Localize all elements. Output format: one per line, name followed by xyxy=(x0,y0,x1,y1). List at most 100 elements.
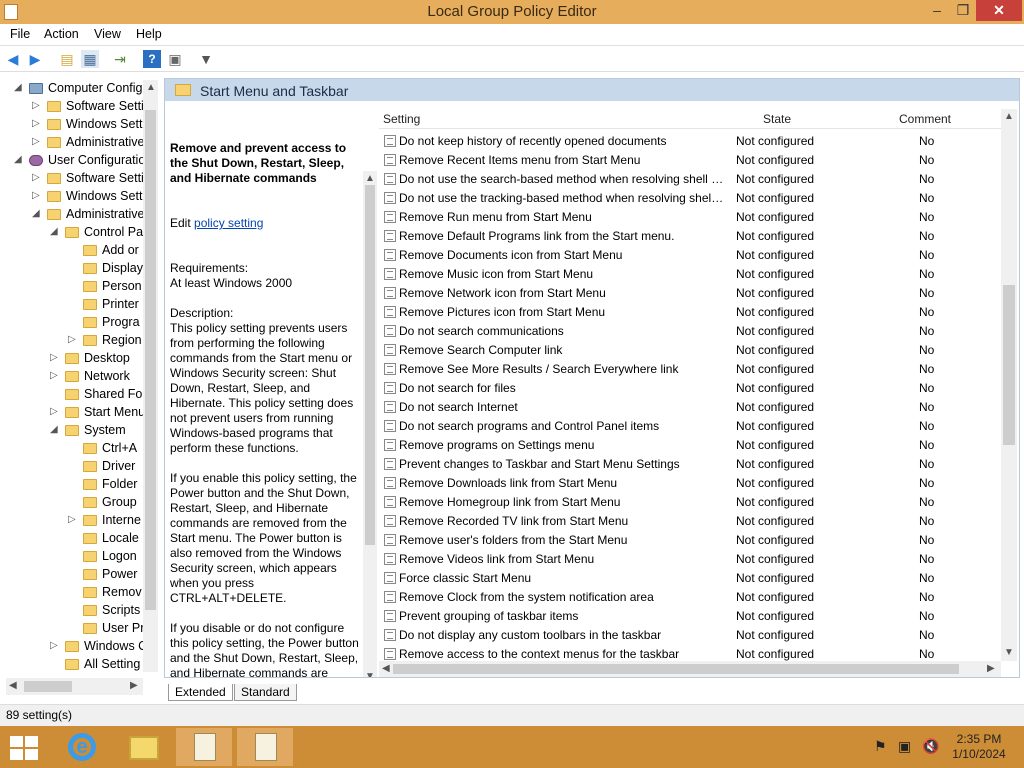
table-row[interactable]: Prevent grouping of taskbar items Not con… xyxy=(379,606,1004,625)
collapse-arrow-icon[interactable]: ◢ xyxy=(32,208,40,219)
scroll-right-icon[interactable]: ▶ xyxy=(987,663,995,674)
list-scroll-thumb[interactable] xyxy=(1003,285,1015,445)
expand-arrow-icon[interactable]: ▷ xyxy=(32,190,40,201)
table-row[interactable]: Do not use the tracking-based method whe… xyxy=(379,188,1004,207)
taskbar-file-explorer[interactable] xyxy=(115,728,171,766)
list-hscroll-thumb[interactable] xyxy=(393,664,959,674)
minimize-button[interactable]: – xyxy=(924,0,950,21)
flag-icon[interactable]: ⚑ xyxy=(874,738,887,755)
table-row[interactable]: Do not keep history of recently opened d… xyxy=(379,131,1004,150)
collapse-arrow-icon[interactable]: ◢ xyxy=(14,82,22,93)
network-icon[interactable]: ▣ xyxy=(898,738,911,755)
list-vertical-scrollbar[interactable]: ▲ ▼ xyxy=(1001,109,1017,661)
table-row[interactable]: Remove Documents icon from Start Menu Not… xyxy=(379,245,1004,264)
tree-pane[interactable]: ◢ Computer Configu ▷ Software Setti ▷ Windows… xyxy=(0,80,160,706)
tree-item-label: All Setting xyxy=(84,657,141,671)
table-row[interactable]: Remove Homegroup link from Start Menu Not… xyxy=(379,492,1004,511)
list-horizontal-scrollbar[interactable]: ◀ ▶ xyxy=(379,661,1001,677)
filter-icon[interactable]: ▼ xyxy=(197,50,215,68)
column-comment[interactable]: Comment xyxy=(899,112,951,126)
close-button[interactable]: ✕ xyxy=(976,0,1022,21)
table-row[interactable]: Remove Network icon from Start Menu Not c… xyxy=(379,283,1004,302)
policy-setting-link[interactable]: policy setting xyxy=(194,216,263,230)
table-row[interactable]: Remove Search Computer link Not configure… xyxy=(379,340,1004,359)
tree-vertical-scrollbar[interactable]: ▲ xyxy=(143,80,158,672)
tree-horizontal-scrollbar[interactable]: ◀ ▶ xyxy=(6,678,143,695)
table-row[interactable]: Do not search for files Not configured No xyxy=(379,378,1004,397)
table-row[interactable]: Remove Clock from the system notificatio… xyxy=(379,587,1004,606)
export-list-icon[interactable]: ⇥ xyxy=(111,50,129,68)
collapse-arrow-icon[interactable]: ◢ xyxy=(50,226,58,237)
table-row[interactable]: Do not search Internet Not configured No xyxy=(379,397,1004,416)
expand-arrow-icon[interactable]: ▷ xyxy=(50,640,58,651)
expand-arrow-icon[interactable]: ▷ xyxy=(32,100,40,111)
scroll-up-icon[interactable]: ▲ xyxy=(365,173,375,184)
menu-file[interactable]: File xyxy=(10,27,30,41)
expand-arrow-icon[interactable]: ▷ xyxy=(32,136,40,147)
show-hide-tree-icon[interactable]: ▦ xyxy=(81,50,99,68)
taskbar-group-policy-editor[interactable] xyxy=(237,728,293,766)
column-state[interactable]: State xyxy=(763,112,791,126)
up-folder-icon[interactable]: ▤ xyxy=(58,50,76,68)
forward-icon[interactable]: ▶ xyxy=(26,50,44,68)
table-row[interactable]: Remove Recorded TV link from Start Menu N… xyxy=(379,511,1004,530)
description-scrollbar[interactable]: ▲ ▼ xyxy=(363,171,377,677)
table-row[interactable]: Remove Downloads link from Start Menu Not… xyxy=(379,473,1004,492)
clock[interactable]: 2:35 PM 1/10/2024 xyxy=(944,732,1014,762)
tab-extended[interactable]: Extended xyxy=(168,684,233,701)
maximize-button[interactable]: ❐ xyxy=(950,0,976,21)
tree-hscroll-thumb[interactable] xyxy=(24,681,72,692)
table-row[interactable]: Remove Run menu from Start Menu Not confi… xyxy=(379,207,1004,226)
expand-arrow-icon[interactable]: ▷ xyxy=(32,118,40,129)
table-row[interactable]: Remove Videos link from Start Menu Not co… xyxy=(379,549,1004,568)
description-scroll-thumb[interactable] xyxy=(365,185,375,545)
table-row[interactable]: Prevent changes to Taskbar and Start Men… xyxy=(379,454,1004,473)
taskbar-internet-explorer[interactable]: e xyxy=(54,728,110,766)
expand-arrow-icon[interactable]: ▷ xyxy=(50,370,58,381)
taskbar-notepad[interactable] xyxy=(176,728,232,766)
table-row[interactable]: Remove user's folders from the Start Men… xyxy=(379,530,1004,549)
collapse-arrow-icon[interactable]: ◢ xyxy=(14,154,22,165)
properties-icon[interactable]: ▣ xyxy=(166,50,184,68)
scroll-up-icon[interactable]: ▲ xyxy=(146,82,156,93)
scroll-right-icon[interactable]: ▶ xyxy=(130,680,138,691)
folder-icon xyxy=(83,569,97,580)
table-row[interactable]: Do not display any custom toolbars in th… xyxy=(379,625,1004,644)
volume-muted-icon[interactable]: 🔇 xyxy=(922,738,939,755)
expand-arrow-icon[interactable]: ▷ xyxy=(50,352,58,363)
help-icon[interactable]: ? xyxy=(143,50,161,68)
table-row[interactable]: Force classic Start Menu Not configured No xyxy=(379,568,1004,587)
table-row[interactable]: Remove Music icon from Start Menu Not con… xyxy=(379,264,1004,283)
expand-arrow-icon[interactable]: ▷ xyxy=(68,514,76,525)
collapse-arrow-icon[interactable]: ◢ xyxy=(50,424,58,435)
table-row[interactable]: Do not search communications Not configur… xyxy=(379,321,1004,340)
menu-help[interactable]: Help xyxy=(136,27,162,41)
back-icon[interactable]: ◀ xyxy=(4,50,22,68)
tree-scroll-thumb[interactable] xyxy=(145,110,156,610)
setting-name: Remove See More Results / Search Everywh… xyxy=(399,362,679,376)
title-bar[interactable]: Local Group Policy Editor – ❐ ✕ xyxy=(0,0,1024,24)
table-row[interactable]: Remove Recent Items menu from Start Menu… xyxy=(379,150,1004,169)
menu-view[interactable]: View xyxy=(94,27,121,41)
scroll-left-icon[interactable]: ◀ xyxy=(382,663,390,674)
setting-name: Remove Search Computer link xyxy=(399,343,563,357)
scroll-down-icon[interactable]: ▼ xyxy=(365,671,375,677)
tab-standard[interactable]: Standard xyxy=(234,684,297,701)
start-button[interactable] xyxy=(8,734,38,760)
menu-action[interactable]: Action xyxy=(44,27,79,41)
scroll-down-icon[interactable]: ▼ xyxy=(1004,647,1014,658)
expand-arrow-icon[interactable]: ▷ xyxy=(68,334,76,345)
table-row[interactable]: Do not use the search-based method when … xyxy=(379,169,1004,188)
scroll-up-icon[interactable]: ▲ xyxy=(1004,111,1014,122)
table-row[interactable]: Do not search programs and Control Panel… xyxy=(379,416,1004,435)
setting-name: Remove Downloads link from Start Menu xyxy=(399,476,618,490)
expand-arrow-icon[interactable]: ▷ xyxy=(32,172,40,183)
client-area: ◢ Computer Configu ▷ Software Setti ▷ Windows… xyxy=(0,72,1024,704)
table-row[interactable]: Remove See More Results / Search Everywh… xyxy=(379,359,1004,378)
expand-arrow-icon[interactable]: ▷ xyxy=(50,406,58,417)
table-row[interactable]: Remove Pictures icon from Start Menu Not … xyxy=(379,302,1004,321)
table-row[interactable]: Remove programs on Settings menu Not conf… xyxy=(379,435,1004,454)
scroll-left-icon[interactable]: ◀ xyxy=(9,680,17,691)
table-row[interactable]: Remove Default Programs link from the St… xyxy=(379,226,1004,245)
column-setting[interactable]: Setting xyxy=(383,112,420,126)
